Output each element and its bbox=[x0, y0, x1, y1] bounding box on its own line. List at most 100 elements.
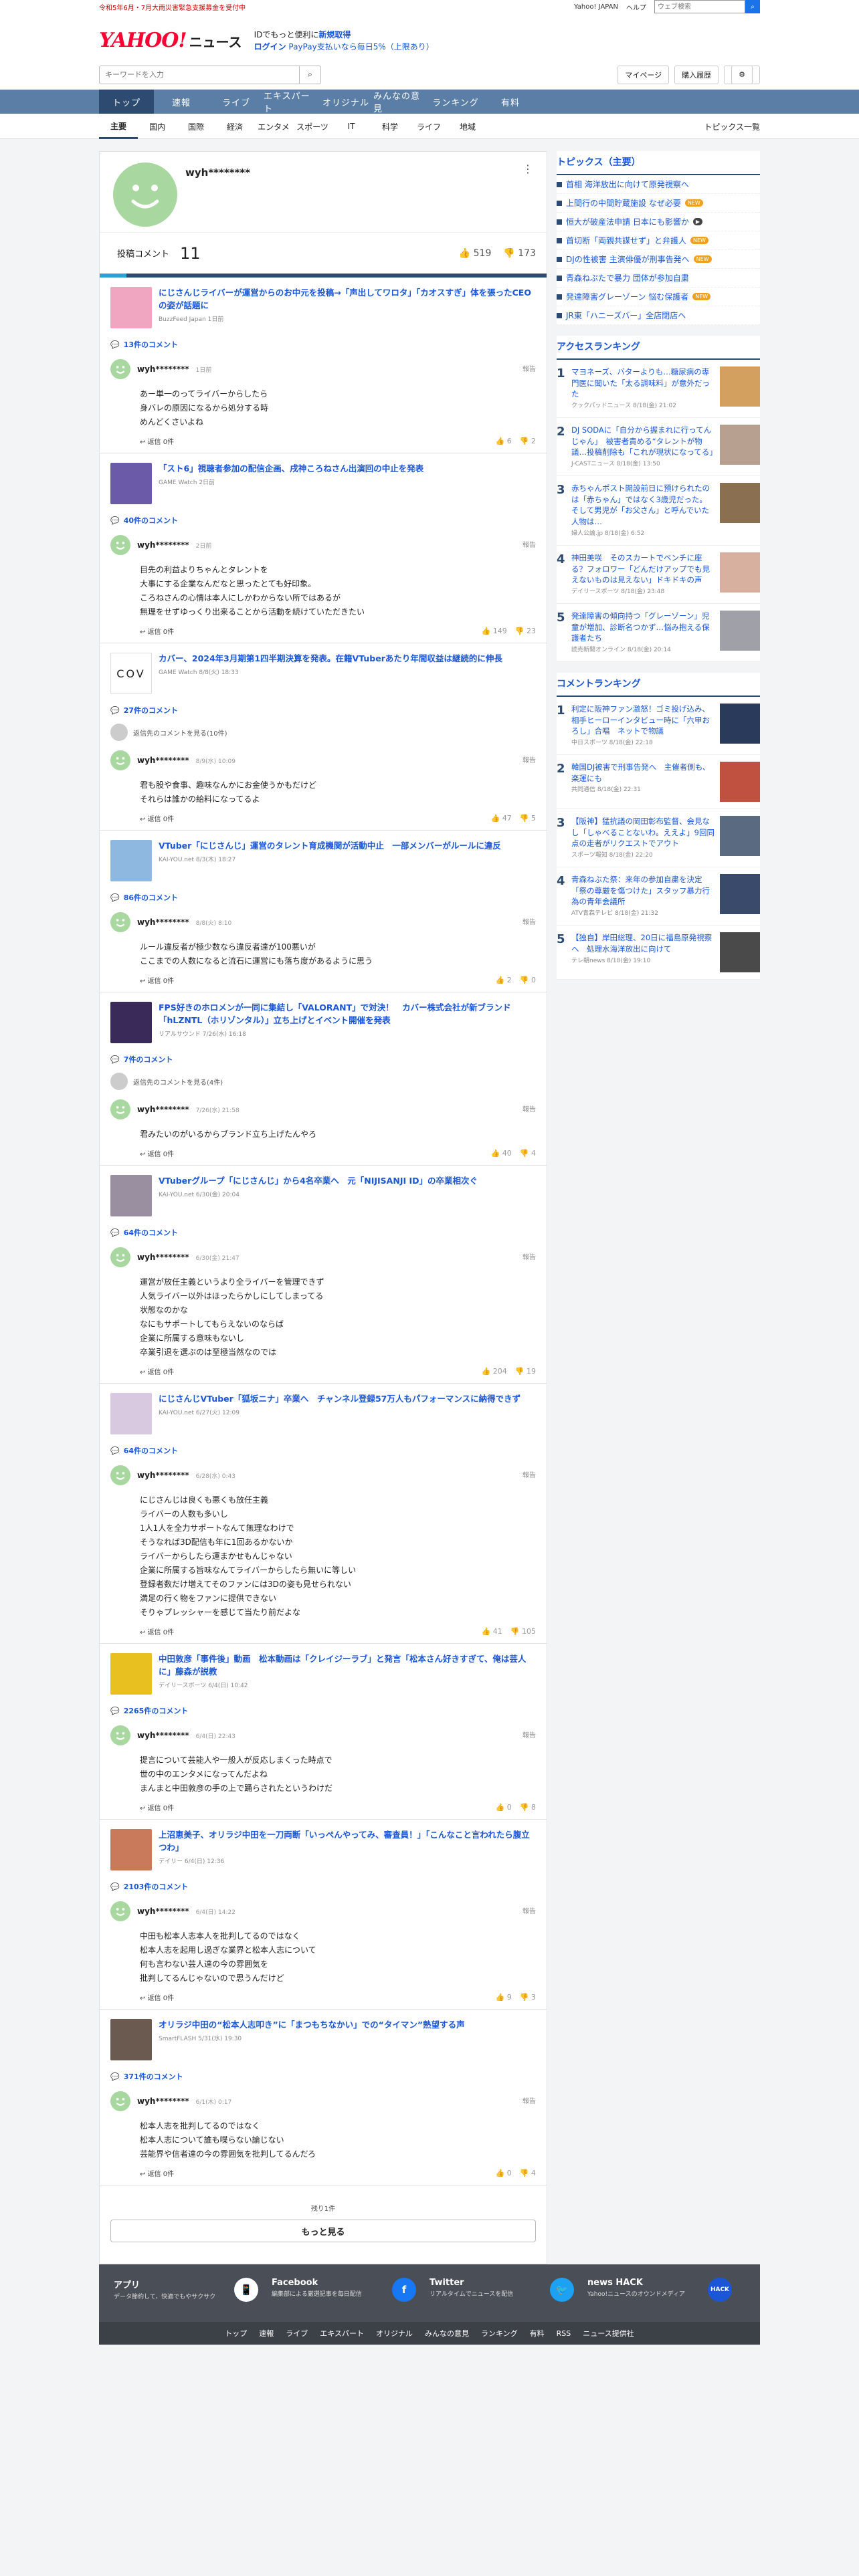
dislike-button[interactable]: 👎 2 bbox=[520, 437, 536, 445]
topic-item[interactable]: 首相 海洋放出に向けて原発視察へ bbox=[557, 175, 760, 194]
footer-nav-link[interactable]: ランキング bbox=[481, 2328, 518, 2339]
ranking-item[interactable]: 3 赤ちゃんポスト開設前日に預けられたのは「赤ちゃん」ではなく3歳児だった。そして… bbox=[557, 476, 760, 546]
mypage-button[interactable]: マイページ bbox=[617, 65, 670, 84]
reply-button[interactable]: ↩ 返信 0件 bbox=[140, 975, 174, 985]
signup-link[interactable]: 新規取得 bbox=[318, 30, 351, 39]
report-link[interactable]: 報告 bbox=[522, 1905, 536, 1915]
dislike-button[interactable]: 👎 0 bbox=[520, 976, 536, 984]
like-button[interactable]: 👍 2 bbox=[496, 976, 512, 984]
reply-button[interactable]: ↩ 返信 0件 bbox=[140, 1992, 174, 2002]
article-headline[interactable]: 「スト6」視聴者参加の配信企画、戌神ころねさん出演回の中止を発表 bbox=[159, 463, 423, 475]
article-link[interactable]: 上沼恵美子、オリラジ中田を一刀両断「いっぺんやってみ、審査員！」「こんなこと言わ… bbox=[100, 1820, 547, 1877]
snav-local[interactable]: 地域 bbox=[448, 121, 487, 132]
dislike-button[interactable]: 👎 5 bbox=[520, 814, 536, 823]
article-headline[interactable]: オリラジ中田の“松本人志叩き”に「まつもちなかい」での“タイマン”熱望する声 bbox=[159, 2019, 465, 2032]
reply-button[interactable]: ↩ 返信 0件 bbox=[140, 626, 174, 636]
purchase-history-button[interactable]: 購入履歴 bbox=[674, 65, 719, 84]
article-link[interactable]: オリラジ中田の“松本人志叩き”に「まつもちなかい」での“タイマン”熱望する声 Sm… bbox=[100, 2010, 547, 2067]
snav-world[interactable]: 国際 bbox=[177, 121, 215, 132]
paypay-promo[interactable]: PayPay支払いなら毎日5%（上限あり） bbox=[288, 42, 434, 51]
like-button[interactable]: 👍 40 bbox=[491, 1149, 512, 1158]
snav-main[interactable]: 主要 bbox=[99, 114, 138, 139]
dislike-button[interactable]: 👎 19 bbox=[515, 1367, 536, 1376]
footer-column[interactable]: Facebook 編集部による厳選記事を毎日配信 f bbox=[272, 2278, 430, 2302]
article-link[interactable]: にじさんじVTuber「狐坂ニナ」卒業へ チャンネル登録57万人もパフォーマンス… bbox=[100, 1384, 547, 1441]
gnav-live[interactable]: ライブ bbox=[209, 90, 264, 114]
footer-nav-link[interactable]: エキスパート bbox=[320, 2328, 364, 2339]
report-link[interactable]: 報告 bbox=[522, 1251, 536, 1261]
like-button[interactable]: 👍 6 bbox=[496, 437, 512, 445]
topic-item[interactable]: 発達障害グレーゾーン 悩む保護者 NEW bbox=[557, 288, 760, 306]
comment-username[interactable]: wyh******** bbox=[137, 364, 189, 374]
ranking-item[interactable]: 4 神田美咲 そのスカートでベンチに座る？フォロワー「どんだけアップでも見えないも… bbox=[557, 546, 760, 604]
comment-username[interactable]: wyh******** bbox=[137, 918, 189, 927]
like-button[interactable]: 👍 149 bbox=[482, 627, 507, 635]
article-headline[interactable]: VTuberグループ「にじさんじ」から4名卒業へ 元「NIJISANJI ID」… bbox=[159, 1175, 478, 1188]
comment-count-link[interactable]: 💬 64件のコメント bbox=[100, 1441, 547, 1460]
comment-count-link[interactable]: 💬 64件のコメント bbox=[100, 1223, 547, 1242]
report-link[interactable]: 報告 bbox=[522, 1469, 536, 1479]
snav-it[interactable]: IT bbox=[332, 122, 371, 131]
footer-column[interactable]: アプリ データ節約して、快適でもやサクサク 📱 bbox=[114, 2278, 272, 2302]
article-headline[interactable]: にじさんじVTuber「狐坂ニナ」卒業へ チャンネル登録57万人もパフォーマンス… bbox=[159, 1393, 520, 1406]
show-parent-comments[interactable]: 返信先のコメントを見る(4件) bbox=[100, 1069, 547, 1094]
like-button[interactable]: 👍 0 bbox=[496, 2169, 512, 2177]
footer-nav-link[interactable]: ニュース提供社 bbox=[583, 2328, 634, 2339]
comment-count-link[interactable]: 💬 40件のコメント bbox=[100, 511, 547, 530]
topic-item[interactable]: 恒大が破産法申請 日本にも影響か ▶ bbox=[557, 213, 760, 231]
snav-economy[interactable]: 経済 bbox=[215, 121, 254, 132]
reply-button[interactable]: ↩ 返信 0件 bbox=[140, 813, 174, 823]
topic-item[interactable]: 上間行の中間貯蔵施設 なぜ必要 NEW bbox=[557, 194, 760, 213]
gnav-flash[interactable]: 速報 bbox=[154, 90, 209, 114]
web-search-button[interactable]: ⌕ bbox=[745, 0, 760, 13]
topic-item[interactable]: 首切断「両親共謀せず」と弁護人 NEW bbox=[557, 231, 760, 250]
comment-username[interactable]: wyh******** bbox=[137, 2097, 189, 2106]
like-button[interactable]: 👍 9 bbox=[496, 1993, 512, 2002]
snav-sports[interactable]: スポーツ bbox=[293, 121, 332, 132]
reply-button[interactable]: ↩ 返信 0件 bbox=[140, 1802, 174, 1812]
web-search-input[interactable] bbox=[654, 0, 745, 13]
comment-username[interactable]: wyh******** bbox=[137, 756, 189, 765]
dislike-button[interactable]: 👎 8 bbox=[520, 1803, 536, 1812]
report-link[interactable]: 報告 bbox=[522, 363, 536, 373]
article-link[interactable]: にじさんじライバーが運営からのお中元を投稿→「声出してワロタ」「カオスすぎ」体を… bbox=[100, 278, 547, 335]
gnav-original[interactable]: オリジナル bbox=[318, 90, 373, 114]
comment-username[interactable]: wyh******** bbox=[137, 1253, 189, 1262]
report-link[interactable]: 報告 bbox=[522, 2095, 536, 2105]
ranking-item[interactable]: 1 利定に阪神ファン激怒！ゴミ投げ込み、相手ヒーローインタビュー時に「六甲おろし」… bbox=[557, 697, 760, 756]
dislike-button[interactable]: 👎 105 bbox=[510, 1627, 536, 1636]
article-link[interactable]: FPS好きのホロメンが一同に集結し「VALORANT」で対決！ カバー株式会社が… bbox=[100, 992, 547, 1050]
footer-nav-link[interactable]: オリジナル bbox=[376, 2328, 413, 2339]
footer-nav-link[interactable]: RSS bbox=[557, 2329, 571, 2338]
topic-item[interactable]: DJの性被害 主演俳優が刑事告発へ NEW bbox=[557, 250, 760, 269]
settings-button[interactable]: ⚙ bbox=[724, 65, 760, 84]
article-link[interactable]: 中田敦彦「事件後」動画 松本動画は「クレイジーラブ」と発言「松本さん好きすぎて、… bbox=[100, 1644, 547, 1701]
gnav-top[interactable]: トップ bbox=[99, 90, 154, 114]
ranking-item[interactable]: 4 青森ねぶた祭：来年の参加自粛を決定「祭の尊厳を傷つけた」スタッフ暴力行為の青年… bbox=[557, 867, 760, 926]
footer-nav-link[interactable]: 有料 bbox=[530, 2328, 545, 2339]
comment-count-link[interactable]: 💬 13件のコメント bbox=[100, 335, 547, 354]
dislike-button[interactable]: 👎 4 bbox=[520, 1149, 536, 1158]
yahoo-japan-link[interactable]: Yahoo! JAPAN bbox=[574, 3, 618, 11]
topics-list-link[interactable]: トピックス一覧 bbox=[704, 121, 760, 132]
ranking-item[interactable]: 2 DJ SODAに「自分から握まれに行ってんじゃん」 被害者責める“タレントが物… bbox=[557, 418, 760, 477]
reply-button[interactable]: ↩ 返信 0件 bbox=[140, 2168, 174, 2178]
comment-username[interactable]: wyh******** bbox=[137, 1471, 189, 1480]
footer-nav-link[interactable]: トップ bbox=[225, 2328, 247, 2339]
report-link[interactable]: 報告 bbox=[522, 1103, 536, 1113]
report-link[interactable]: 報告 bbox=[522, 539, 536, 549]
article-link[interactable]: COV カバー、2024年3月期第1四半期決算を発表。在籍VTuberあたり年間収… bbox=[100, 643, 547, 701]
news-search-button[interactable]: ⌕ bbox=[300, 65, 321, 84]
footer-nav-link[interactable]: 速報 bbox=[259, 2328, 274, 2339]
article-headline[interactable]: FPS好きのホロメンが一同に集結し「VALORANT」で対決！ カバー株式会社が… bbox=[159, 1002, 536, 1027]
snav-domestic[interactable]: 国内 bbox=[138, 121, 177, 132]
snav-entertainment[interactable]: エンタメ bbox=[254, 121, 293, 132]
footer-column[interactable]: Twitter リアルタイムでニュースを配信 🐦 bbox=[430, 2278, 587, 2302]
article-headline[interactable]: にじさんじライバーが運営からのお中元を投稿→「声出してワロタ」「カオスすぎ」体を… bbox=[159, 287, 536, 312]
dislike-button[interactable]: 👎 4 bbox=[520, 2169, 536, 2177]
like-button[interactable]: 👍 47 bbox=[491, 814, 512, 823]
ranking-item[interactable]: 2 韓国DJ被害で刑事告発へ 主催者側も、楽運にも 共同通信 8/18(金) 22:… bbox=[557, 755, 760, 810]
help-link[interactable]: ヘルプ bbox=[626, 2, 646, 12]
ranking-item[interactable]: 3 【阪神】猛抗議の岡田彰布監督、会見なし「しゃべることないわ。ええよ」9回同点の… bbox=[557, 809, 760, 868]
dislike-button[interactable]: 👎 23 bbox=[515, 627, 536, 635]
